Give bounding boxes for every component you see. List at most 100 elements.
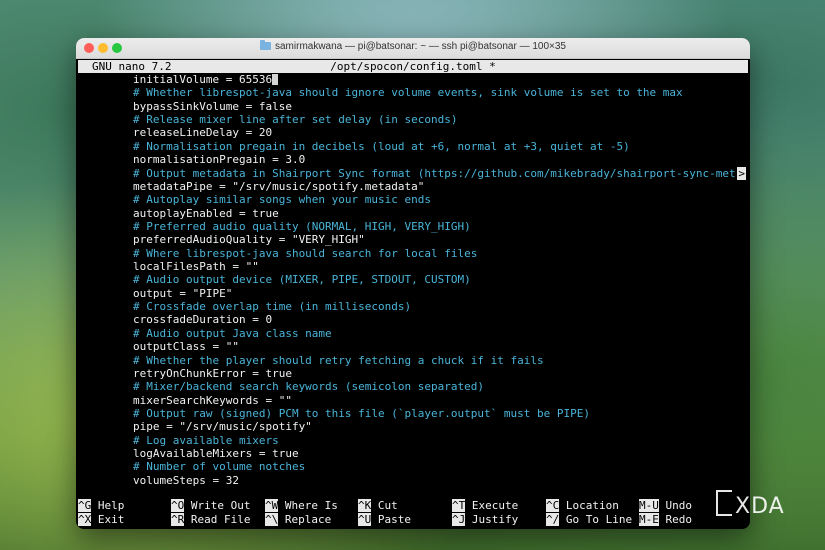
shortcut-label: Undo [665,499,693,512]
shortcut-exit[interactable]: ^X Exit [78,512,124,527]
line-text: autoplayEnabled = true [133,206,279,220]
line-text: retryOnChunkError = true [133,366,292,380]
shortcut-cut[interactable]: ^K Cut [358,499,398,513]
line-text: bypassSinkVolume = false [133,99,292,113]
line-text: metadataPipe = "/srv/music/spotify.metad… [133,179,425,193]
comment-line[interactable]: # Normalisation pregain in decibels (lou… [78,140,748,153]
shortcut-label: Write Out [190,499,251,512]
line-text: volumeSteps = 32 [133,473,239,487]
config-line[interactable]: normalisationPregain = 3.0 [78,153,748,166]
shortcut-read-file[interactable]: ^R Read File [171,512,250,527]
line-text: pipe = "/srv/music/spotify" [133,420,312,434]
shortcut-key: ^R [171,512,185,526]
line-text: # Crossfade overlap time (in millisecond… [133,300,412,314]
shortcut-justify[interactable]: ^J Justify [452,512,518,527]
shortcut-undo[interactable]: M-U Undo [639,499,692,513]
comment-line[interactable]: # Release mixer line after set delay (in… [78,113,748,126]
comment-line[interactable]: # Audio output device (MIXER, PIPE, STDO… [78,273,748,286]
line-text: # Mixer/backend search keywords (semicol… [133,380,484,394]
shortcut-label: Where Is [284,499,338,512]
line-text: releaseLineDelay = 20 [133,126,273,140]
terminal-content[interactable]: GNU nano 7.2 /opt/spocon/config.toml * i… [76,59,750,529]
shortcut-key: ^\ [265,512,279,526]
line-text: # Audio output Java class name [133,326,332,340]
xda-logo-icon [716,490,732,516]
xda-watermark-text: XDA [735,494,785,519]
window-title-text: samirmakwana — pi@batsonar: ~ — ssh pi@b… [275,41,566,52]
shortcut-key: ^J [452,512,466,526]
line-text: # Release mixer line after set delay (in… [133,113,458,127]
line-text: preferredAudioQuality = "VERY_HIGH" [133,233,365,247]
editor-buffer[interactable]: initialVolume = 65536 # Whether librespot… [78,73,748,487]
shortcut-go-to-line[interactable]: ^/ Go To Line [546,512,633,527]
config-line[interactable]: mixerSearchKeywords = "" [78,394,748,407]
shortcut-paste[interactable]: ^U Paste [358,512,411,527]
comment-line[interactable]: # Crossfade overlap time (in millisecond… [78,300,748,313]
comment-line[interactable]: # Where librespot-java should search for… [78,247,748,260]
config-line[interactable]: bypassSinkVolume = false [78,100,748,113]
nano-filename: /opt/spocon/config.toml * [330,60,496,73]
title-bar[interactable]: samirmakwana — pi@batsonar: ~ — ssh pi@b… [76,38,750,59]
shortcut-write-out[interactable]: ^O Write Out [171,499,250,513]
comment-line[interactable]: # Preferred audio quality (NORMAL, HIGH,… [78,220,748,233]
config-line[interactable]: volumeSteps = 32 [78,474,748,487]
line-text: # Output metadata in Shairport Sync form… [133,166,736,180]
shortcut-help[interactable]: ^G Help [78,499,124,513]
terminal-window[interactable]: samirmakwana — pi@batsonar: ~ — ssh pi@b… [76,38,750,529]
folder-icon [260,40,271,50]
line-text: localFilesPath = "" [133,260,259,274]
line-text: logAvailableMixers = true [133,447,299,461]
shortcut-label: Go To Line [565,512,633,526]
line-text: mixerSearchKeywords = "" [133,393,292,407]
line-text: # Normalisation pregain in decibels (lou… [133,139,630,153]
line-text: crossfadeDuration = 0 [133,313,273,327]
line-text: normalisationPregain = 3.0 [133,153,306,167]
line-text: outputClass = "" [133,340,239,354]
line-text: # Whether the player should retry fetchi… [133,353,544,367]
comment-line[interactable]: # Number of volume notches [78,460,748,473]
shortcut-label: Location [565,499,619,512]
comment-line[interactable]: # Audio output Java class name [78,327,748,340]
comment-line[interactable]: # Log available mixers [78,434,748,447]
config-line[interactable]: metadataPipe = "/srv/music/spotify.metad… [78,180,748,193]
shortcut-key: ^/ [546,512,560,526]
comment-line[interactable]: # Whether librespot-java should ignore v… [78,86,748,99]
shortcut-key: ^W [265,499,279,512]
shortcut-key: ^G [78,499,92,512]
shortcut-key: ^C [546,499,560,512]
config-line[interactable]: outputClass = "" [78,340,748,353]
config-line[interactable]: retryOnChunkError = true [78,367,748,380]
comment-line[interactable]: # Mixer/backend search keywords (semicol… [78,380,748,393]
line-text: # Log available mixers [133,433,279,447]
shortcut-location[interactable]: ^C Location [546,499,619,513]
config-line[interactable]: releaseLineDelay = 20 [78,126,748,139]
shortcut-key: M-E [639,512,659,526]
shortcut-execute[interactable]: ^T Execute [452,499,518,513]
config-line[interactable]: logAvailableMixers = true [78,447,748,460]
line-text: # Audio output device (MIXER, PIPE, STDO… [133,273,471,287]
comment-line[interactable]: # Output raw (signed) PCM to this file (… [78,407,748,420]
config-line[interactable]: output = "PIPE" [78,287,748,300]
shortcut-where-is[interactable]: ^W Where Is [265,499,338,513]
line-text: # Autoplay similar songs when your music… [133,193,432,207]
line-text: # Output raw (signed) PCM to this file (… [133,406,590,420]
shortcut-redo[interactable]: M-E Redo [639,512,692,527]
config-line[interactable]: crossfadeDuration = 0 [78,313,748,326]
config-line[interactable]: initialVolume = 65536 [78,73,748,86]
shortcut-key: M-U [639,499,659,512]
shortcut-key: ^U [358,512,372,526]
config-line[interactable]: localFilesPath = "" [78,260,748,273]
shortcut-label: Help [97,499,125,512]
comment-line[interactable]: # Output metadata in Shairport Sync form… [78,166,748,180]
comment-line[interactable]: # Autoplay similar songs when your music… [78,193,748,206]
line-text: # Whether librespot-java should ignore v… [133,86,683,100]
comment-line[interactable]: # Whether the player should retry fetchi… [78,354,748,367]
window-title: samirmakwana — pi@batsonar: ~ — ssh pi@b… [76,40,750,52]
config-line[interactable]: autoplayEnabled = true [78,207,748,220]
config-line[interactable]: pipe = "/srv/music/spotify" [78,420,748,433]
shortcut-label: Replace [284,512,332,526]
shortcut-key: ^K [358,499,372,512]
config-line[interactable]: preferredAudioQuality = "VERY_HIGH" [78,233,748,246]
shortcut-replace[interactable]: ^\ Replace [265,512,332,527]
line-text: initialVolume = 65536 [133,73,273,86]
